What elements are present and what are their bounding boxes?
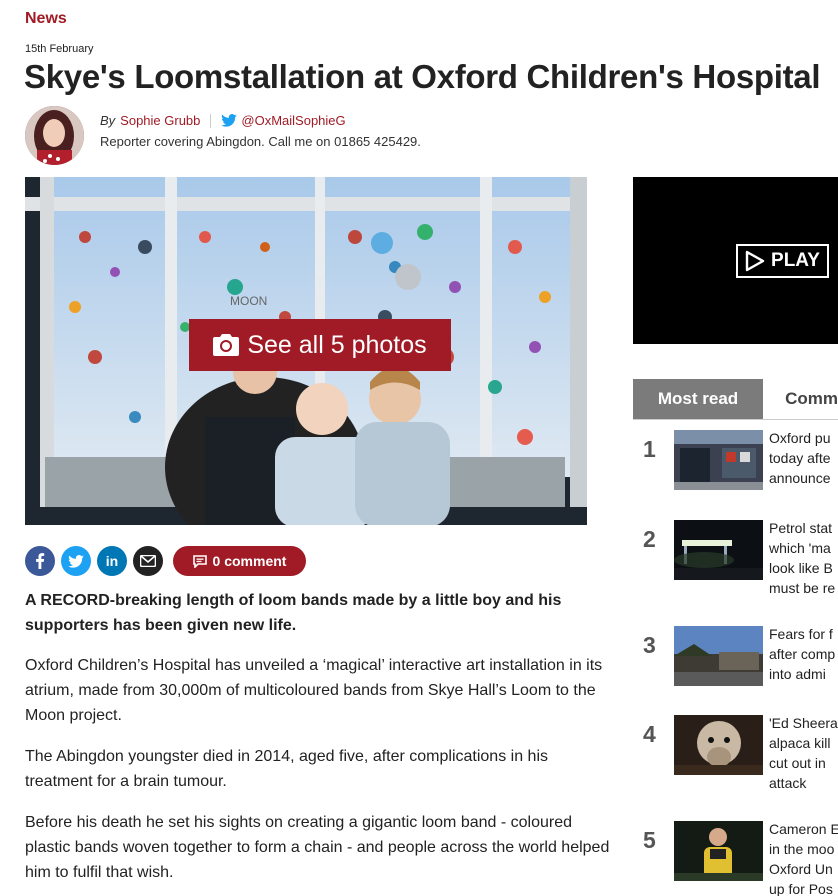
author-name-link[interactable]: Sophie Grubb xyxy=(120,113,200,128)
see-all-photos-label: See all 5 photos xyxy=(247,330,427,359)
most-read-item[interactable]: 5 Cameron E in the moo Oxford Un up for … xyxy=(633,821,838,896)
title-line: announce xyxy=(769,470,831,486)
twitter-icon xyxy=(68,554,84,568)
most-read-thumbnail xyxy=(674,821,763,881)
linkedin-share-button[interactable]: in xyxy=(97,546,127,576)
most-read-rank: 4 xyxy=(643,721,656,747)
play-icon xyxy=(745,250,765,272)
svg-text:MOON: MOON xyxy=(230,294,267,308)
title-line: Fears for f xyxy=(769,626,833,642)
article-paragraph: Oxford Children’s Hospital has unveiled … xyxy=(25,657,603,724)
hero-image[interactable]: MOON See all 5 photos xyxy=(25,177,587,525)
article-date: 15th February xyxy=(25,43,94,55)
byline: By Sophie Grubb @OxMailSophieG xyxy=(100,113,346,128)
most-read-item[interactable]: 3 Fears for f after comp into admi xyxy=(633,626,838,706)
comment-count-label: 0 comment xyxy=(212,553,287,569)
title-line: attack xyxy=(769,775,807,791)
video-player[interactable]: PLAY xyxy=(633,177,838,344)
twitter-share-button[interactable] xyxy=(61,546,91,576)
most-read-item[interactable]: 1 Oxford pu today afte announce xyxy=(633,430,838,510)
most-read-thumbnail xyxy=(674,430,763,490)
section-label[interactable]: News xyxy=(25,10,67,28)
tab-commented[interactable]: Comm xyxy=(785,379,838,419)
byline-divider xyxy=(210,113,212,128)
title-line: Petrol stat xyxy=(769,520,833,536)
tab-most-read[interactable]: Most read xyxy=(633,379,764,419)
video-play-label: PLAY xyxy=(771,250,820,271)
title-line: which 'ma xyxy=(769,540,831,556)
title-line: alpaca kill xyxy=(769,735,831,751)
article-headline: Skye's Loomstallation at Oxford Children… xyxy=(24,58,821,95)
linkedin-icon: in xyxy=(105,553,119,569)
video-play-button[interactable]: PLAY xyxy=(736,244,829,278)
article-body: A RECORD-breaking length of loom bands m… xyxy=(25,588,610,896)
see-all-photos-button[interactable]: See all 5 photos xyxy=(189,319,451,371)
most-read-rank: 5 xyxy=(643,827,656,853)
title-line: in the moo xyxy=(769,841,835,857)
comment-button[interactable]: 0 comment xyxy=(173,546,306,576)
most-read-title: Fears for f after comp into admi xyxy=(769,624,838,684)
title-line: look like B xyxy=(769,560,833,576)
author-twitter-link[interactable]: @OxMailSophieG xyxy=(221,113,346,128)
email-share-button[interactable] xyxy=(133,546,163,576)
comment-icon xyxy=(192,554,207,568)
byline-prefix: By xyxy=(100,113,116,128)
title-line: cut out in xyxy=(769,755,826,771)
facebook-share-button[interactable] xyxy=(25,546,55,576)
title-line: Cameron E xyxy=(769,821,838,837)
email-icon xyxy=(140,555,156,567)
twitter-bird-icon xyxy=(221,114,238,127)
title-line: into admi xyxy=(769,666,826,682)
author-avatar[interactable] xyxy=(25,106,84,165)
most-read-title: 'Ed Sheera alpaca kill cut out in attack xyxy=(769,713,838,793)
title-line: after comp xyxy=(769,646,836,662)
most-read-rank: 3 xyxy=(643,632,656,658)
most-read-title: Cameron E in the moo Oxford Un up for Po… xyxy=(769,819,838,896)
title-line: Oxford pu xyxy=(769,430,831,446)
most-read-item[interactable]: 4 'Ed Sheera alpaca kill cut out in atta… xyxy=(633,715,838,795)
article-paragraph: Before his death he set his sights on cr… xyxy=(25,814,610,881)
twitter-handle: @OxMailSophieG xyxy=(241,113,346,128)
most-read-title: Oxford pu today afte announce xyxy=(769,428,838,488)
sidebar-tabs: Most read Comm xyxy=(633,379,838,420)
most-read-thumbnail xyxy=(674,626,763,686)
most-read-rank: 2 xyxy=(643,526,656,552)
share-bar: in 0 comment xyxy=(25,546,306,576)
article-paragraph: The Abingdon youngster died in 2014, age… xyxy=(25,748,548,790)
title-line: 'Ed Sheera xyxy=(769,715,838,731)
title-line: must be re xyxy=(769,580,836,596)
article-lead: A RECORD-breaking length of loom bands m… xyxy=(25,592,562,634)
title-line: up for Pos xyxy=(769,881,833,896)
most-read-rank: 1 xyxy=(643,436,656,462)
most-read-thumbnail xyxy=(674,715,763,775)
author-bio: Reporter covering Abingdon. Call me on 0… xyxy=(100,134,421,149)
tabs-divider xyxy=(633,419,838,420)
title-line: Oxford Un xyxy=(769,861,833,877)
most-read-title: Petrol stat which 'ma look like B must b… xyxy=(769,518,838,598)
facebook-icon xyxy=(36,553,45,569)
most-read-thumbnail xyxy=(674,520,763,580)
title-line: today afte xyxy=(769,450,831,466)
most-read-item[interactable]: 2 Petrol stat which 'ma look like B must… xyxy=(633,520,838,600)
camera-icon xyxy=(213,334,240,356)
